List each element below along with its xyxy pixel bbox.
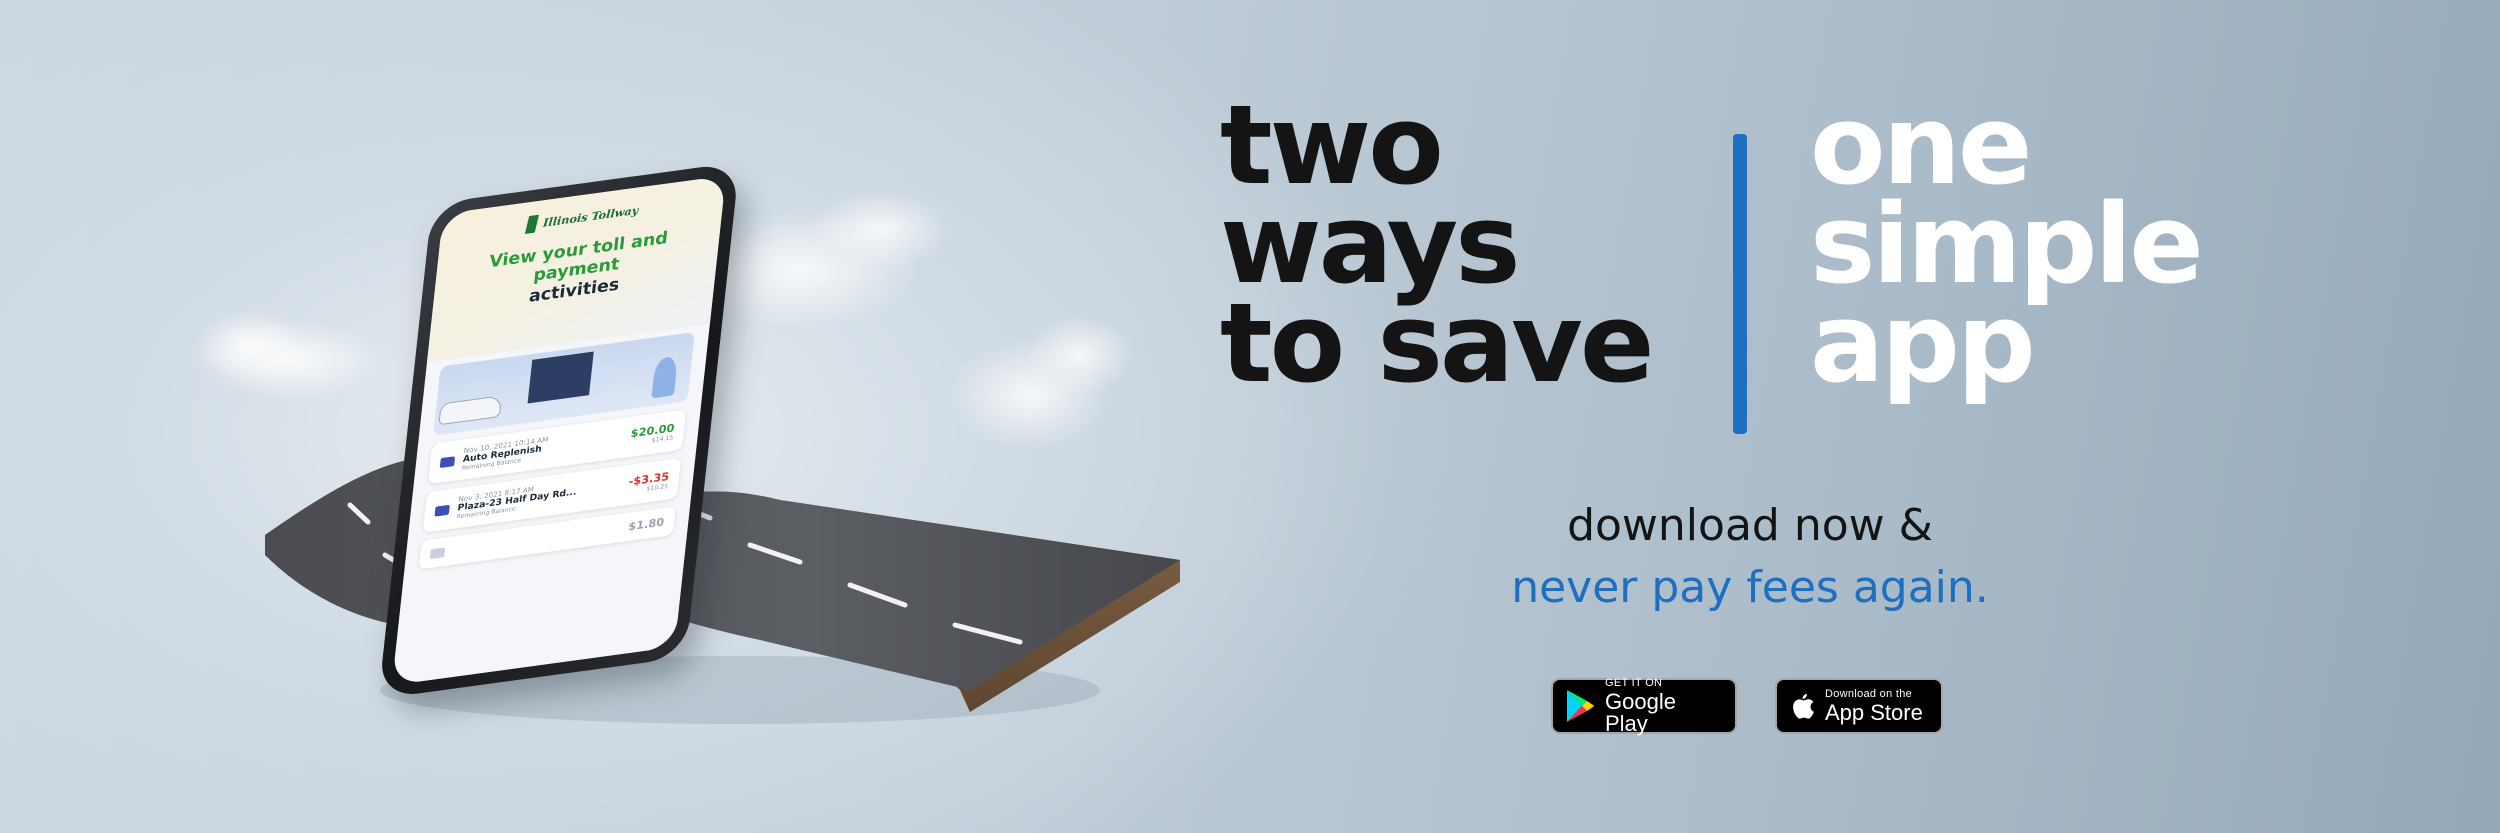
cloud-left bbox=[195, 310, 385, 400]
card-icon bbox=[439, 455, 456, 468]
app-store-badge[interactable]: Download on the App Store bbox=[1775, 678, 1943, 734]
tollway-logo: Illinois Tollway bbox=[525, 201, 640, 234]
vertical-divider bbox=[1733, 134, 1747, 434]
badge-big-text: App Store bbox=[1825, 699, 1923, 725]
badge-big-text: Google Play bbox=[1605, 688, 1676, 736]
subhead-download-now: download now & bbox=[1567, 500, 1933, 551]
phone-mockup: Illinois Tollway View your toll and paym… bbox=[378, 161, 740, 699]
cloud-right bbox=[950, 315, 1135, 450]
google-play-badge[interactable]: GET IT ON Google Play bbox=[1551, 676, 1737, 736]
apple-icon bbox=[1793, 694, 1814, 719]
google-play-icon bbox=[1567, 690, 1594, 722]
car-icon bbox=[434, 504, 450, 517]
headline-two-ways-to-save: two ways to save bbox=[1220, 90, 1654, 407]
phone-screen: Illinois Tollway View your toll and paym… bbox=[391, 175, 727, 686]
subhead-never-pay-fees: never pay fees again. bbox=[1511, 562, 1989, 613]
headline-line: app bbox=[1810, 279, 2036, 407]
badge-small-text: Download on the bbox=[1825, 687, 1913, 700]
headline-one-simple-app: one simple app bbox=[1810, 90, 2204, 407]
hero-illustration: Illinois Tollway View your toll and paym… bbox=[0, 0, 1300, 833]
screen-title: View your toll and payment activities bbox=[488, 228, 669, 307]
badge-small-text: GET IT ON bbox=[1605, 676, 1663, 689]
headline-line: to save bbox=[1220, 279, 1654, 407]
card-icon bbox=[429, 546, 446, 559]
